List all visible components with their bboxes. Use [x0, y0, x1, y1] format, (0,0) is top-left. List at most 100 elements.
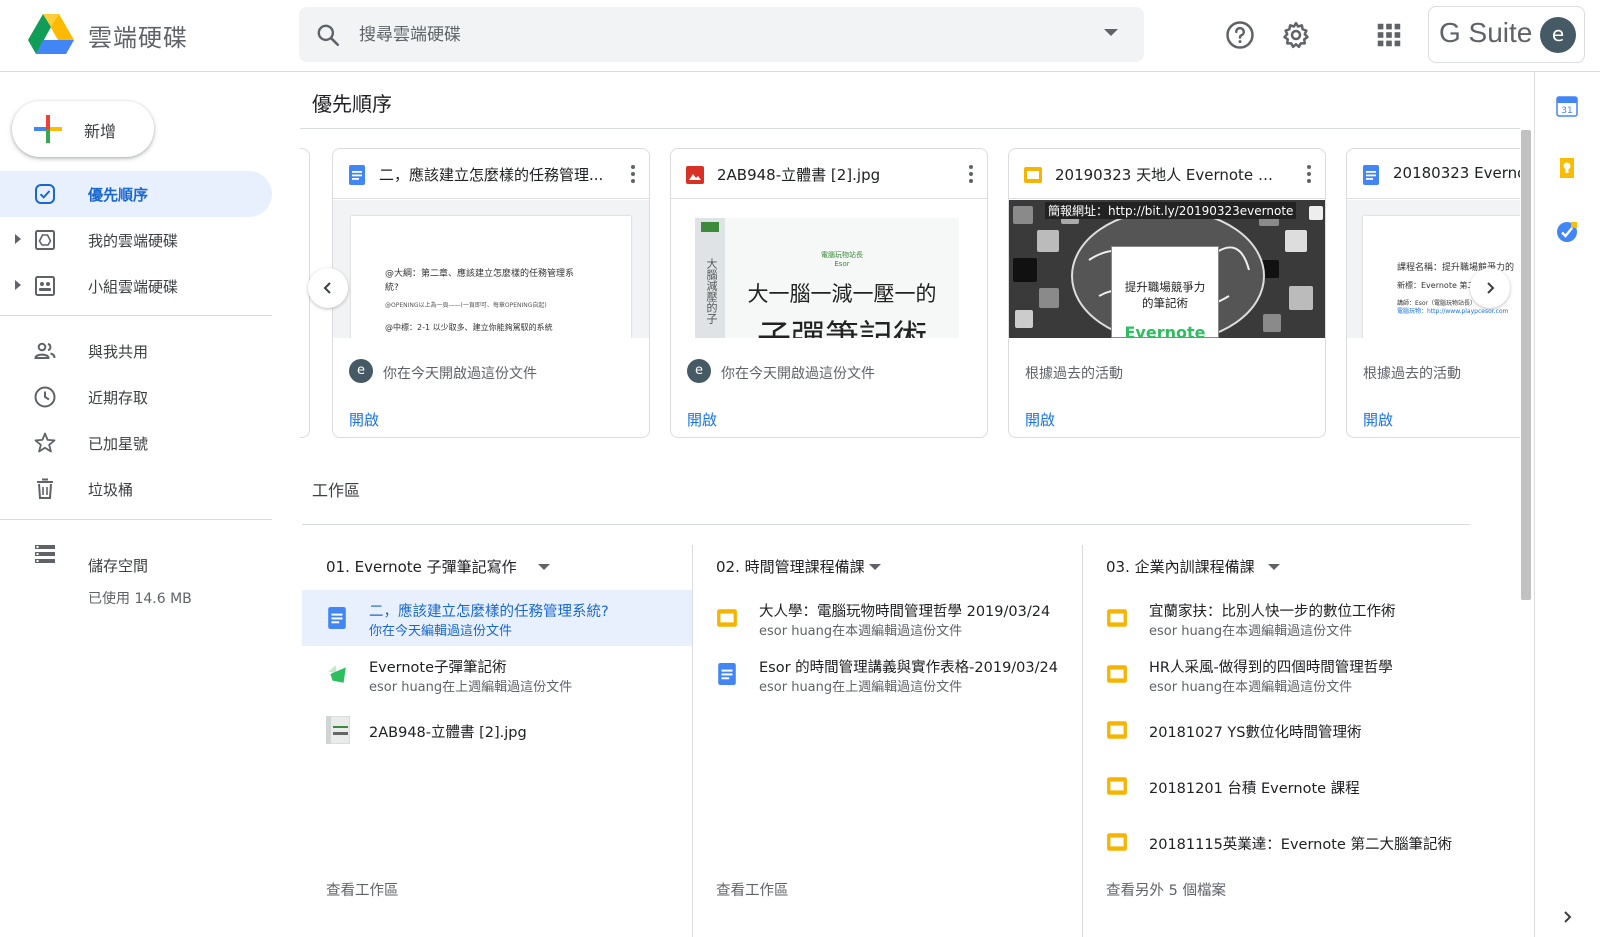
workspace-name[interactable]: 01. Evernote 子彈筆記寫作	[326, 556, 517, 577]
workspace-column: 03. 企業內訓課程備課 宜蘭家扶：比別人快一步的數位工作術 esor huan…	[1082, 534, 1472, 937]
workspace-dropdown-icon[interactable]	[1268, 564, 1280, 570]
sidebar-item-team-drives[interactable]: 小組雲端硬碟	[0, 263, 272, 309]
search-bar[interactable]	[299, 7, 1144, 62]
expand-arrow-icon[interactable]	[15, 280, 21, 290]
carousel-next-button[interactable]	[1470, 268, 1510, 308]
book-spine: 大腦減壓的子	[695, 218, 725, 338]
plus-icon	[34, 115, 62, 143]
workspace-column: 01. Evernote 子彈筆記寫作 二，應該建立怎麼樣的任務管理系統? 你在…	[302, 534, 692, 937]
card-title: 20180323 Evernote	[1393, 164, 1520, 182]
workspace-file-item[interactable]: 20181201 台積 Evernote 課程	[1082, 758, 1472, 814]
file-name: 20181115英業達：Evernote 第二大腦筆記術	[1149, 837, 1452, 853]
card-reason: 你在今天開啟過這份文件	[383, 366, 537, 382]
workspace-dropdown-icon[interactable]	[538, 564, 550, 570]
sidebar-item-label: 已加星號	[88, 435, 149, 453]
book-logo	[701, 222, 719, 232]
top-bar: 雲端硬碟 G Suite e	[0, 0, 1600, 72]
priority-card[interactable]: 二，應該建立怎麼樣的任務管理... @大綱：第二章、應該建立怎麼樣的任務管理系 …	[332, 148, 650, 438]
book-cover: 電腦玩物站長 Esor 大一腦一減一壓一的 子彈筆記術	[725, 218, 959, 338]
sidebar-item-label: 近期存取	[88, 389, 149, 407]
priority-card[interactable]: 2AB948-立體書 [2].jpg 大腦減壓的子 電腦玩物站長 Esor 大一…	[670, 148, 988, 438]
card-title: 二，應該建立怎麼樣的任務管理...	[379, 166, 604, 184]
doc-page: @大綱：第二章、應該建立怎麼樣的任務管理系 統? @OPENING以上為一頁——…	[351, 216, 631, 338]
sidebar-item-my-drive[interactable]: 我的雲端硬碟	[0, 217, 272, 263]
expand-arrow-icon[interactable]	[15, 234, 21, 244]
workspace-file-item[interactable]: 宜蘭家扶：比別人快一步的數位工作術 esor huang在本週編輯過這份文件	[1082, 590, 1472, 646]
view-workspace-link[interactable]: 查看工作區	[326, 879, 399, 900]
card-open-link[interactable]: 開啟	[1025, 409, 1055, 430]
sidebar-item-label: 垃圾桶	[88, 481, 134, 499]
help-icon[interactable]	[1225, 20, 1255, 50]
view-workspace-link[interactable]: 查看工作區	[716, 879, 789, 900]
new-button[interactable]: 新增	[12, 101, 154, 157]
evernote-file-icon	[328, 665, 346, 683]
file-activity: esor huang在上週編輯過這份文件	[369, 680, 573, 695]
more-vert-icon[interactable]	[969, 165, 973, 183]
google-docs-icon	[718, 663, 736, 685]
workspace-file-item[interactable]: Evernote子彈筆記術 esor huang在上週編輯過這份文件	[302, 646, 692, 702]
workspace-file-item[interactable]: 2AB948-立體書 [2].jpg	[302, 702, 692, 758]
more-vert-icon[interactable]	[1307, 165, 1311, 183]
google-slides-icon	[1107, 777, 1127, 795]
card-open-link[interactable]: 開啟	[349, 409, 379, 430]
sidebar-item-shared-with-me[interactable]: 與我共用	[0, 328, 272, 374]
calendar-icon[interactable]: 31	[1555, 94, 1579, 118]
view-more-files-link[interactable]: 查看另外 5 個檔案	[1106, 879, 1226, 900]
search-icon[interactable]	[315, 22, 341, 48]
people-icon	[34, 342, 56, 359]
workspace-dropdown-icon[interactable]	[869, 564, 881, 570]
column-separator	[692, 545, 693, 937]
workspaces-divider	[302, 524, 1470, 525]
card-open-link[interactable]: 開啟	[687, 409, 717, 430]
more-vert-icon[interactable]	[631, 165, 635, 183]
workspace-file-item[interactable]: 二，應該建立怎麼樣的任務管理系統? 你在今天編輯過這份文件	[302, 590, 692, 646]
sidebar-divider	[0, 315, 272, 316]
user-avatar: e	[687, 359, 711, 383]
account-switcher[interactable]: G Suite e	[1428, 6, 1585, 63]
workspace-file-item[interactable]: Esor 的時間管理講義與實作表格-2019/03/24 esor huang在…	[692, 646, 1082, 702]
search-input[interactable]	[359, 7, 1059, 62]
account-avatar[interactable]: e	[1540, 17, 1576, 53]
apps-grid-icon[interactable]	[1374, 20, 1404, 50]
google-slides-icon	[1107, 721, 1127, 739]
card-title: 20190323 天地人 Evernote 課程	[1055, 166, 1285, 184]
file-name: 大人學：電腦玩物時間管理哲學 2019/03/24	[759, 604, 1051, 620]
column-separator	[1082, 545, 1083, 937]
keep-icon[interactable]	[1555, 156, 1579, 180]
search-options-dropdown-icon[interactable]	[1104, 29, 1118, 36]
sidebar-item-label: 優先順序	[88, 186, 149, 204]
workspace-name[interactable]: 02. 時間管理課程備課	[716, 556, 865, 577]
file-activity: esor huang在本週編輯過這份文件	[759, 624, 963, 639]
workspace-name[interactable]: 03. 企業內訓課程備課	[1106, 556, 1255, 577]
scrollbar-thumb[interactable]	[1521, 130, 1531, 600]
card-preview[interactable]: 簡報網址：http://bit.ly/20190323evernote 提升職場…	[1009, 200, 1325, 338]
workspace-file-item[interactable]: 大人學：電腦玩物時間管理哲學 2019/03/24 esor huang在本週編…	[692, 590, 1082, 646]
tasks-icon[interactable]	[1555, 220, 1579, 244]
sidebar-item-starred[interactable]: 已加星號	[0, 420, 272, 466]
file-activity: esor huang在本週編輯過這份文件	[1149, 624, 1353, 639]
priority-check-icon	[35, 184, 55, 204]
storage-label[interactable]: 儲存空間	[88, 555, 148, 576]
app-title: 雲端硬碟	[88, 24, 188, 52]
card-open-link[interactable]: 開啟	[1363, 409, 1393, 430]
card-preview[interactable]: @大綱：第二章、應該建立怎麼樣的任務管理系 統? @OPENING以上為一頁——…	[333, 200, 649, 338]
card-preview[interactable]: 大腦減壓的子 電腦玩物站長 Esor 大一腦一減一壓一的 子彈筆記術	[671, 200, 987, 338]
priority-card[interactable]: 20190323 天地人 Evernote 課程 簡報網址：http://bit…	[1008, 148, 1326, 438]
trash-icon	[37, 478, 53, 499]
file-activity: esor huang在上週編輯過這份文件	[759, 680, 963, 695]
carousel-prev-button[interactable]	[308, 268, 348, 308]
settings-gear-icon[interactable]	[1281, 20, 1311, 50]
storage-used: 已使用 14.6 MB	[88, 591, 192, 607]
scrollbar[interactable]	[1519, 130, 1531, 937]
chevron-right-icon[interactable]	[1561, 910, 1575, 924]
drive-logo-icon[interactable]	[28, 14, 74, 54]
file-name: 宜蘭家扶：比別人快一步的數位工作術	[1149, 604, 1396, 620]
image-thumbnail-icon	[326, 716, 350, 744]
sidebar-item-recent[interactable]: 近期存取	[0, 374, 272, 420]
workspace-file-item[interactable]: 20181115英業達：Evernote 第二大腦筆記術	[1082, 814, 1472, 870]
workspace-file-item[interactable]: HR人采風-做得到的四個時間管理哲學 esor huang在本週編輯過這份文件	[1082, 646, 1472, 702]
team-drive-icon	[35, 276, 55, 296]
workspace-file-item[interactable]: 20181027 YS數位化時間管理術	[1082, 702, 1472, 758]
sidebar-item-trash[interactable]: 垃圾桶	[0, 466, 272, 512]
sidebar-item-priority[interactable]: 優先順序	[0, 171, 272, 217]
